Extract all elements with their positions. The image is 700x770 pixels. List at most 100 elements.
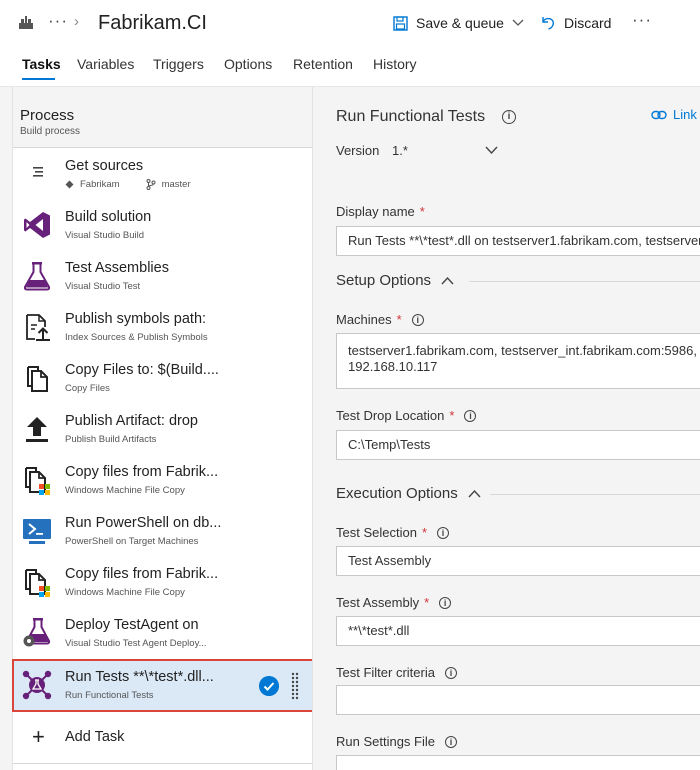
task-deploy-test-agent[interactable]: Deploy TestAgent on Visual Studio Test A…	[13, 608, 313, 659]
task-get-sources[interactable]: Get sources Fabrikam master	[13, 149, 313, 200]
display-name-input[interactable]: Run Tests **\*test*.dll on testserver1.f…	[336, 226, 700, 256]
test-filter-label-text: Test Filter criteria	[336, 665, 435, 680]
task-type: Windows Machine File Copy	[65, 485, 185, 496]
test-selection-label-text: Test Selection	[336, 525, 417, 540]
execution-options-section-header[interactable]: Execution Options	[336, 485, 481, 502]
task-name: Copy Files to: $(Build....	[65, 362, 219, 378]
required-marker: *	[396, 312, 402, 327]
setup-options-title: Setup Options	[336, 272, 432, 289]
test-drop-location-label: Test Drop Location * i	[336, 408, 477, 423]
run-settings-file-input[interactable]	[336, 755, 700, 770]
task-type: Index Sources & Publish Symbols	[65, 332, 208, 343]
task-run-tests-selected[interactable]: Run Tests **\*test*.dll... Run Functiona…	[12, 659, 314, 712]
required-marker: *	[449, 408, 455, 423]
required-marker: *	[419, 204, 425, 219]
task-build-solution[interactable]: Build solution Visual Studio Build	[13, 200, 313, 251]
undo-icon	[542, 17, 554, 30]
version-select[interactable]: 1.*	[392, 143, 408, 158]
info-icon[interactable]: i	[502, 110, 516, 124]
tab-options[interactable]: Options	[224, 56, 272, 72]
run-functional-tests-icon	[22, 670, 52, 700]
task-publish-symbols[interactable]: Publish symbols path: Index Sources & Pu…	[13, 302, 313, 353]
info-icon[interactable]: i	[439, 596, 452, 609]
breadcrumb-chevron-icon: ›	[74, 13, 79, 30]
info-icon[interactable]: i	[444, 666, 457, 679]
task-list-panel: Process Build process Get sources Fabrik…	[0, 87, 314, 770]
task-name: Run Tests **\*test*.dll...	[65, 669, 214, 685]
save-and-queue-button[interactable]: Save & queue	[393, 12, 524, 34]
tab-history[interactable]: History	[373, 56, 417, 72]
breadcrumb-more-button[interactable]: ···	[48, 11, 68, 31]
task-name: Copy files from Fabrik...	[65, 566, 219, 582]
test-filter-input[interactable]	[336, 685, 700, 715]
task-name: Deploy TestAgent on	[65, 617, 199, 633]
powershell-icon	[23, 519, 51, 544]
link-settings-button[interactable]: Link	[651, 107, 697, 122]
machines-input[interactable]: testserver1.fabrikam.com, testserver_int…	[336, 333, 700, 389]
task-publish-artifact[interactable]: Publish Artifact: drop Publish Build Art…	[13, 404, 313, 455]
add-task-button[interactable]: + Add Task	[13, 717, 313, 757]
top-bar: ··· › Fabrikam.CI Save & queue Discard ·…	[0, 0, 700, 46]
test-assembly-input[interactable]: **\*test*.dll	[336, 616, 700, 646]
pipeline-title: Fabrikam.CI	[98, 12, 207, 34]
task-test-assemblies[interactable]: Test Assemblies Visual Studio Test	[13, 251, 313, 302]
info-icon[interactable]: i	[437, 526, 449, 539]
test-filter-label: Test Filter criteria i	[336, 665, 457, 680]
link-label: Link	[673, 107, 697, 122]
publish-symbols-icon	[26, 314, 50, 341]
test-drop-location-input[interactable]: C:\Temp\Tests	[336, 430, 700, 460]
chevron-up-icon	[468, 489, 481, 498]
chevron-down-icon[interactable]	[485, 146, 498, 155]
test-assembly-label: Test Assembly * i	[336, 595, 452, 610]
tab-tasks[interactable]: Tasks	[22, 56, 61, 72]
copy-files-icon	[27, 366, 48, 392]
tab-retention[interactable]: Retention	[293, 56, 353, 72]
setup-options-section-header[interactable]: Setup Options	[336, 272, 454, 289]
process-subtitle: Build process	[20, 126, 81, 137]
task-name: Get sources	[65, 158, 144, 174]
test-selection-select[interactable]: Test Assembly	[336, 546, 700, 576]
machines-label-text: Machines	[336, 312, 392, 327]
task-windows-file-copy-1[interactable]: Copy files from Fabrik... Windows Machin…	[13, 455, 313, 506]
branch-name: master	[161, 179, 191, 190]
task-type: Run Functional Tests	[65, 690, 154, 701]
test-selection-label: Test Selection * i	[336, 525, 449, 540]
required-marker: *	[424, 595, 430, 610]
tab-variables[interactable]: Variables	[77, 56, 134, 72]
test-assembly-label-text: Test Assembly	[336, 595, 420, 610]
task-type: Visual Studio Build	[65, 230, 145, 241]
process-header[interactable]: Process Build process	[13, 87, 313, 147]
active-tab-indicator	[22, 78, 55, 80]
tab-triggers[interactable]: Triggers	[153, 56, 204, 72]
checkmark-icon	[259, 676, 279, 696]
process-title: Process	[20, 107, 75, 124]
info-icon[interactable]: i	[411, 313, 424, 326]
repo-icon	[65, 180, 74, 189]
windows-file-copy-icon	[25, 467, 50, 495]
task-repo-info: Fabrikam master	[65, 179, 191, 190]
task-name: Test Assemblies	[65, 260, 169, 276]
link-icon	[651, 110, 667, 119]
task-name: Run PowerShell on db...	[65, 515, 222, 531]
upload-arrow-icon	[26, 417, 48, 442]
task-details-title: Run Functional Tests	[336, 108, 486, 125]
info-icon[interactable]: i	[445, 735, 457, 748]
task-type: Publish Build Artifacts	[65, 434, 157, 445]
task-run-powershell[interactable]: Run PowerShell on db... PowerShell on Ta…	[13, 506, 313, 557]
info-icon[interactable]: i	[464, 409, 477, 422]
divider	[13, 147, 313, 148]
divider	[469, 281, 700, 282]
more-actions-button[interactable]: ···	[632, 10, 652, 30]
drag-handle-icon[interactable]	[291, 672, 299, 700]
windows-file-copy-icon	[25, 569, 50, 597]
chevron-down-icon[interactable]	[512, 19, 524, 27]
task-name: Copy files from Fabrik...	[65, 464, 219, 480]
build-pipeline-icon	[19, 16, 33, 29]
discard-button[interactable]: Discard	[540, 12, 611, 34]
task-details-panel: Run Functional Tests i Link Version 1.* …	[312, 87, 700, 770]
flask-icon	[23, 262, 51, 291]
task-copy-files[interactable]: Copy Files to: $(Build.... Copy Files	[13, 353, 313, 404]
tab-bar: Tasks Variables Triggers Options Retenti…	[0, 46, 700, 86]
version-label: Version	[336, 143, 380, 158]
task-windows-file-copy-2[interactable]: Copy files from Fabrik... Windows Machin…	[13, 557, 313, 608]
